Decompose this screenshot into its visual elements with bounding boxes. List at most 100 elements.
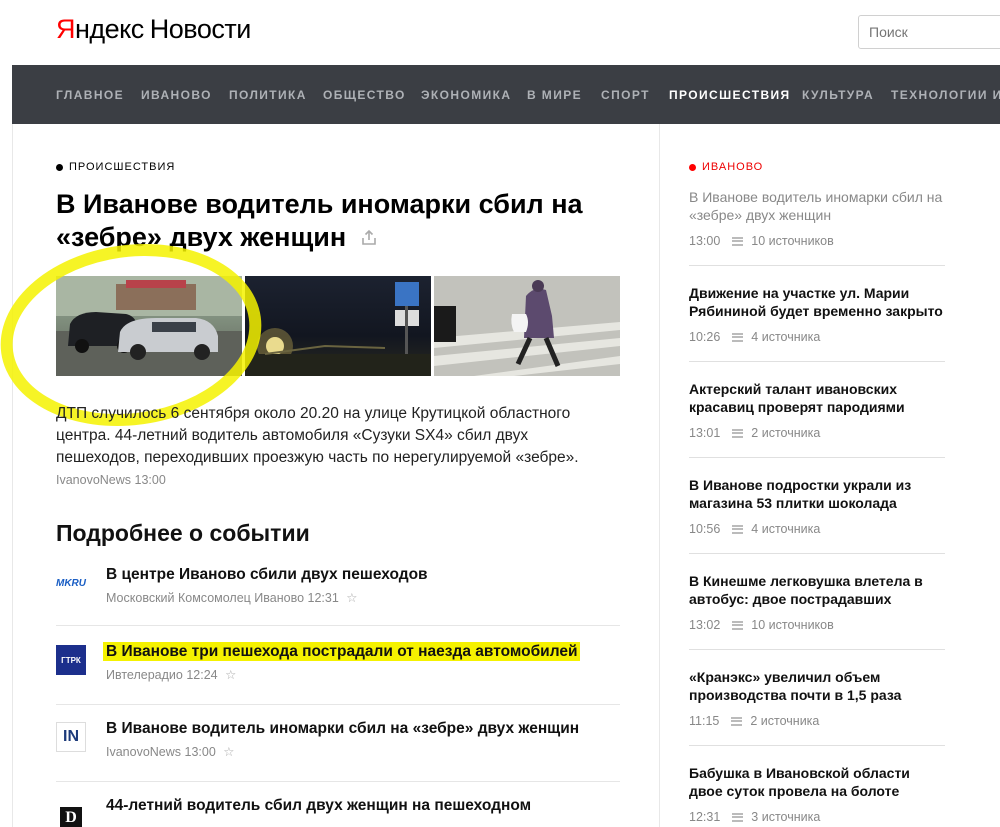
- sidebar-news-meta: 12:31 3 источника: [689, 810, 820, 824]
- story-title-highlighted[interactable]: В Иванове три пешехода пострадали от нае…: [103, 642, 581, 661]
- story-title[interactable]: В Иванове водитель иномарки сбил на «зеб…: [106, 720, 579, 738]
- sidebar-news-time: 10:56: [689, 522, 721, 536]
- nav-item-society[interactable]: ОБЩЕСТВО: [323, 88, 406, 102]
- sidebar-divider: [689, 457, 945, 458]
- sidebar-news-time: 11:15: [689, 714, 720, 728]
- header: Яндекс Новости: [0, 0, 1000, 65]
- sidebar-news-title[interactable]: «Кранэкс» увеличил объем производства по…: [689, 668, 945, 704]
- nav-item-sport[interactable]: СПОРТ: [601, 88, 650, 102]
- article-lead: ДТП случилось 6 сентября около 20.20 на …: [56, 405, 579, 466]
- sidebar-news-title[interactable]: Актерский талант ивановских красавиц про…: [689, 380, 945, 416]
- article-headline-text: В Иванове водитель иномарки сбил на «зеб…: [56, 189, 583, 252]
- sidebar-news-time: 13:02: [689, 618, 721, 632]
- sidebar-news-sources[interactable]: 10 источников: [751, 618, 833, 632]
- sidebar-news-item[interactable]: В Иванове водитель иномарки сбил на «зеб…: [689, 188, 945, 266]
- story-divider: [56, 781, 620, 782]
- category-nav: ГЛАВНОЕ ИВАНОВО ПОЛИТИКА ОБЩЕСТВО ЭКОНОМ…: [12, 65, 1000, 124]
- story-title[interactable]: В центре Иваново сбили двух пешеходов: [106, 566, 428, 584]
- nav-item-main[interactable]: ГЛАВНОЕ: [56, 88, 124, 102]
- sidebar-news-item[interactable]: В Иванове подростки украли из магазина 5…: [689, 476, 945, 554]
- story-divider: [56, 704, 620, 705]
- nav-item-incidents[interactable]: ПРОИСШЕСТВИЯ: [669, 88, 791, 102]
- story-divider: [56, 625, 620, 626]
- story-item[interactable]: ГТРК В Иванове три пешехода пострадали о…: [56, 642, 620, 705]
- sidebar-news-item[interactable]: Движение на участке ул. Марии Рябининой …: [689, 284, 945, 362]
- sidebar-divider: [689, 265, 945, 266]
- article-source[interactable]: IvanovoNews 13:00: [56, 473, 166, 487]
- sidebar-news-title[interactable]: Бабушка в Ивановской области двое суток …: [689, 764, 945, 800]
- sidebar-news-item[interactable]: «Кранэкс» увеличил объем производства по…: [689, 668, 945, 746]
- sidebar-news-item[interactable]: В Кинешме легковушка влетела в автобус: …: [689, 572, 945, 650]
- story-meta-text: Московский Комсомолец Иваново 12:31: [106, 591, 339, 605]
- sidebar-news-item[interactable]: Актерский талант ивановских красавиц про…: [689, 380, 945, 458]
- sidebar-news-meta: 10:56 4 источника: [689, 522, 820, 536]
- nav-item-economy[interactable]: ЭКОНОМИКА: [421, 88, 511, 102]
- sidebar-news-sources[interactable]: 2 источника: [751, 426, 820, 440]
- sidebar-news-sources[interactable]: 3 источника: [751, 810, 820, 824]
- sidebar-news-sources[interactable]: 2 источника: [750, 714, 819, 728]
- sources-stack-icon: [732, 524, 744, 534]
- sources-stack-icon: [732, 236, 744, 246]
- sidebar-news-title[interactable]: В Кинешме легковушка влетела в автобус: …: [689, 572, 945, 608]
- sidebar-news-meta: 11:15 2 источника: [689, 714, 819, 728]
- sidebar-rubric-label: ИВАНОВО: [702, 161, 764, 173]
- ivanovonews-logo-icon: IN: [56, 722, 86, 752]
- article-rubric[interactable]: ПРОИСШЕСТВИЯ: [56, 161, 175, 173]
- more-about-event-heading: Подробнее о событии: [56, 520, 310, 546]
- content-frame-left: [12, 124, 13, 827]
- share-icon[interactable]: [360, 222, 378, 255]
- sidebar-news-meta: 13:00 10 источников: [689, 234, 834, 248]
- sidebar-rubric[interactable]: ИВАНОВО: [689, 161, 763, 173]
- sidebar-divider: [689, 745, 945, 746]
- article-photo-pedestrian[interactable]: [434, 276, 620, 376]
- gtrk-logo-icon: ГТРК: [56, 645, 86, 675]
- nav-item-technology[interactable]: ТЕХНОЛОГИИ И Н: [891, 88, 1000, 102]
- rubric-red-dot-icon: [689, 163, 696, 171]
- sidebar-news-title[interactable]: В Иванове подростки украли из магазина 5…: [689, 476, 945, 512]
- sidebar-news-sources[interactable]: 4 источника: [751, 522, 820, 536]
- mkru-logo-text: MKRU: [56, 577, 86, 589]
- sidebar-news-item[interactable]: Бабушка в Ивановской области двое суток …: [689, 764, 945, 824]
- sidebar-news-title[interactable]: Движение на участке ул. Марии Рябининой …: [689, 284, 945, 320]
- sidebar-news-meta: 13:01 2 источника: [689, 426, 820, 440]
- nav-item-politics[interactable]: ПОЛИТИКА: [229, 88, 307, 102]
- search-input[interactable]: [858, 15, 1000, 49]
- star-icon[interactable]: ☆: [346, 591, 357, 605]
- story-meta-text: IvanovoNews 13:00: [106, 745, 216, 759]
- story-item[interactable]: IN В Иванове водитель иномарки сбил на «…: [56, 720, 620, 782]
- star-icon[interactable]: ☆: [223, 745, 234, 759]
- logo-first-letter: Я: [56, 14, 76, 44]
- nav-item-world[interactable]: В МИРЕ: [527, 88, 582, 102]
- sources-stack-icon: [732, 428, 744, 438]
- story-meta-text: Ивтелерадио 12:24: [106, 668, 218, 682]
- sidebar-news-sources[interactable]: 4 источника: [751, 330, 820, 344]
- sidebar-news-time: 13:00: [689, 234, 721, 248]
- sidebar-news-meta: 10:26 4 источника: [689, 330, 820, 344]
- article-rubric-label: ПРОИСШЕСТВИЯ: [69, 161, 176, 173]
- yandex-news-logo[interactable]: Яндекс Новости: [56, 14, 251, 45]
- story-meta: Ивтелерадио 12:24 ☆: [106, 667, 236, 682]
- sources-stack-icon: [731, 716, 743, 726]
- column-divider: [659, 124, 660, 827]
- gtrk-logo-text: ГТРК: [61, 655, 81, 665]
- sources-stack-icon: [732, 332, 744, 342]
- sources-stack-icon: [732, 620, 744, 630]
- story-meta: IvanovoNews 13:00 ☆: [106, 744, 235, 759]
- star-icon[interactable]: ☆: [225, 668, 236, 682]
- story-item[interactable]: MKRU В центре Иваново сбили двух пешеход…: [56, 566, 620, 626]
- story-title[interactable]: 44-летний водитель сбил двух женщин на п…: [106, 797, 531, 815]
- sidebar-news-meta: 13:02 10 источников: [689, 618, 834, 632]
- sources-stack-icon: [732, 812, 744, 822]
- sidebar-divider: [689, 649, 945, 650]
- d-logo-text: D: [65, 809, 77, 826]
- nav-item-ivanovo[interactable]: ИВАНОВО: [141, 88, 212, 102]
- story-title-text: В Иванове три пешехода пострадали от нае…: [103, 642, 581, 661]
- story-meta: Московский Комсомолец Иваново 12:31 ☆: [106, 590, 358, 605]
- sidebar-news-sources[interactable]: 10 источников: [751, 234, 833, 248]
- sidebar-news-time: 13:01: [689, 426, 721, 440]
- nav-item-culture[interactable]: КУЛЬТУРА: [802, 88, 874, 102]
- article-photo-night-street[interactable]: [245, 276, 431, 376]
- sidebar-news-title[interactable]: В Иванове водитель иномарки сбил на «зеб…: [689, 188, 945, 224]
- logo-yandex: ндекс: [75, 14, 144, 44]
- story-item[interactable]: D 44-летний водитель сбил двух женщин на…: [56, 797, 620, 827]
